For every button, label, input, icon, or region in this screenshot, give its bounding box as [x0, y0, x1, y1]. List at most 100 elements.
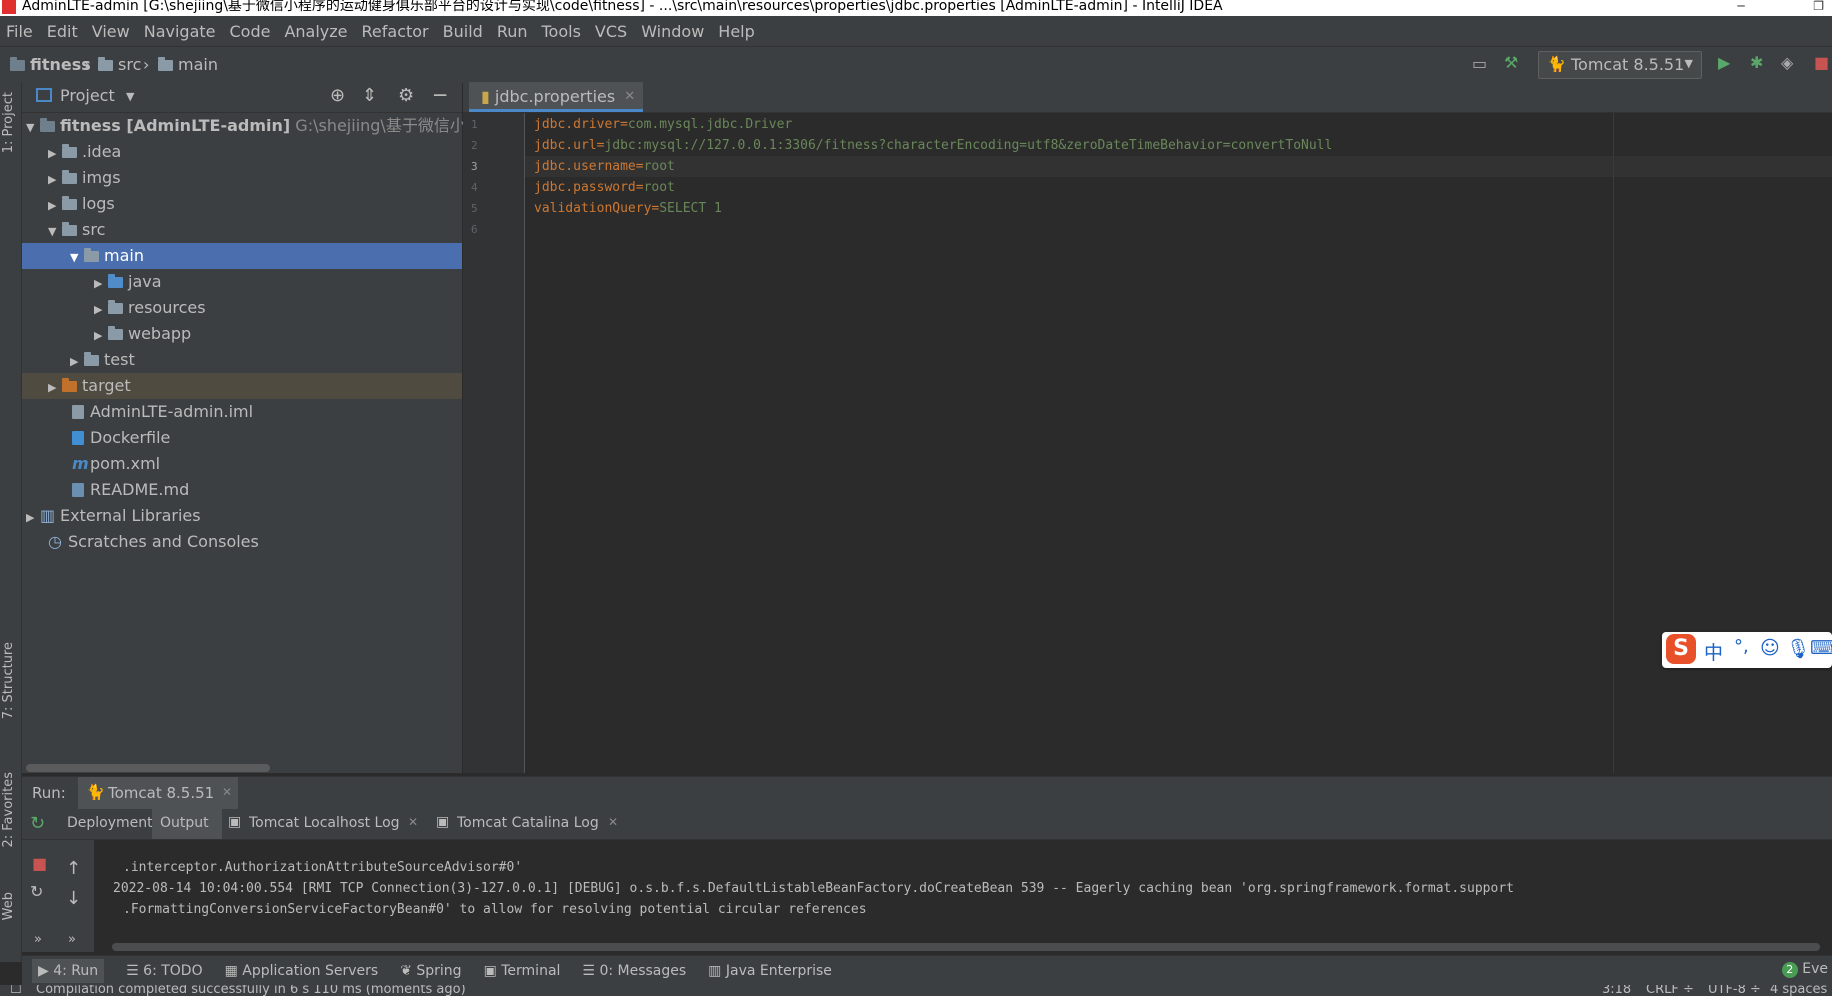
rerun-icon[interactable]: ↻: [30, 813, 45, 834]
tree-item-iml[interactable]: AdminLTE-admin.iml: [22, 399, 462, 425]
arrow-down-icon[interactable]: ↓: [66, 888, 81, 909]
expand-arrow-icon[interactable]: ▼: [26, 115, 40, 141]
tool-tab-run[interactable]: ▶ 4: Run: [32, 959, 105, 983]
menu-file[interactable]: File: [0, 22, 41, 41]
editor-tab-jdbc-properties[interactable]: ▮ jdbc.properties ✕: [469, 82, 644, 112]
coverage-icon[interactable]: ◈: [1781, 53, 1793, 72]
expand-arrow-icon[interactable]: ▶: [48, 141, 62, 167]
run-config-selector[interactable]: 🐈 Tomcat 8.5.51 ▼: [1538, 51, 1702, 79]
menu-help[interactable]: Help: [712, 22, 762, 41]
tree-item-external-libraries[interactable]: ▶ ▥ External Libraries: [22, 503, 462, 529]
tool-tab-terminal[interactable]: ▣ Terminal: [484, 963, 561, 979]
restart-icon[interactable]: ↻: [30, 882, 43, 901]
close-icon[interactable]: ✕: [408, 815, 418, 829]
punctuation-icon[interactable]: °,: [1734, 636, 1749, 657]
tree-item-java[interactable]: ▶ java: [22, 269, 462, 295]
project-structure-icon[interactable]: ▭: [1472, 54, 1487, 73]
more-actions-icon[interactable]: »: [68, 932, 76, 947]
tree-item-scratches[interactable]: ◷ Scratches and Consoles: [22, 529, 462, 555]
indent-setting[interactable]: 4 spaces: [1770, 985, 1827, 996]
collapse-all-icon[interactable]: ⇕: [362, 85, 377, 106]
tab-tomcat-localhost-log[interactable]: Tomcat Localhost Log: [249, 815, 400, 831]
tree-item-imgs[interactable]: ▶ imgs: [22, 165, 462, 191]
tree-item-src[interactable]: ▼ src: [22, 217, 462, 243]
breadcrumb-main[interactable]: main: [158, 55, 218, 74]
tool-tab-messages[interactable]: ☰ 0: Messages: [582, 963, 686, 979]
collapse-arrow-icon[interactable]: ▼: [48, 219, 62, 245]
caret-position[interactable]: 3:18: [1602, 985, 1631, 996]
project-horizontal-scrollbar[interactable]: [26, 764, 270, 772]
tree-item-dockerfile[interactable]: Dockerfile: [22, 425, 462, 451]
tree-item-target[interactable]: ▶ target: [22, 373, 462, 399]
tree-item-pom[interactable]: mpom.xml: [22, 451, 462, 477]
status-message[interactable]: Compilation completed successfully in 6 …: [36, 985, 466, 996]
menu-tools[interactable]: Tools: [536, 22, 589, 41]
stop-icon[interactable]: ■: [1814, 53, 1829, 72]
menu-edit[interactable]: Edit: [41, 22, 86, 41]
locate-file-icon[interactable]: ⊕: [330, 85, 345, 106]
tab-deployment[interactable]: Deployment: [67, 815, 153, 831]
menu-window[interactable]: Window: [635, 22, 712, 41]
side-tab-web[interactable]: Web: [1, 892, 16, 920]
tree-item-fitness[interactable]: ▼ fitness [AdminLTE-admin] G:\shejiing\基于…: [22, 113, 498, 141]
expand-arrow-icon[interactable]: ▶: [48, 375, 62, 401]
tool-tab-application-servers[interactable]: ▦ Application Servers: [225, 963, 379, 979]
tab-tomcat-catalina-log[interactable]: Tomcat Catalina Log: [457, 815, 599, 831]
menu-build[interactable]: Build: [437, 22, 491, 41]
run-config-tab[interactable]: 🐈 Tomcat 8.5.51 ✕: [78, 777, 238, 809]
tool-tab-java-enterprise[interactable]: ▥ Java Enterprise: [708, 963, 832, 979]
menu-analyze[interactable]: Analyze: [278, 22, 355, 41]
tree-item-webapp[interactable]: ▶ webapp: [22, 321, 462, 347]
expand-arrow-icon[interactable]: ▶: [94, 323, 108, 349]
tree-item-test[interactable]: ▶ test: [22, 347, 462, 373]
ime-toolbar[interactable]: S 中 °, ☺ 🎙 ⌨: [1662, 632, 1832, 668]
menu-view[interactable]: View: [86, 22, 138, 41]
menu-refactor[interactable]: Refactor: [356, 22, 437, 41]
side-tab-project[interactable]: 1: Project: [1, 92, 16, 153]
close-icon[interactable]: ✕: [608, 815, 618, 829]
build-hammer-icon[interactable]: ⚒: [1504, 53, 1518, 72]
arrow-up-icon[interactable]: ↑: [66, 858, 81, 879]
tab-output[interactable]: Output: [152, 809, 222, 839]
close-icon[interactable]: ✕: [222, 785, 232, 799]
gear-icon[interactable]: ⚙: [398, 85, 414, 106]
menu-navigate[interactable]: Navigate: [138, 22, 224, 41]
close-icon[interactable]: ✕: [624, 82, 635, 112]
code-editor[interactable]: jdbc.driver=com.mysql.jdbc.Driver jdbc.u…: [525, 113, 1832, 773]
file-encoding[interactable]: UTF-8 ÷: [1708, 985, 1761, 996]
expand-arrow-icon[interactable]: ▶: [94, 297, 108, 323]
expand-arrow-icon[interactable]: ▶: [70, 349, 84, 375]
console-horizontal-scrollbar[interactable]: [112, 943, 1820, 951]
menu-run[interactable]: Run: [491, 22, 536, 41]
collapse-arrow-icon[interactable]: ▼: [70, 245, 84, 271]
ime-mode-label[interactable]: 中: [1704, 638, 1723, 665]
chevron-down-icon[interactable]: ▼: [126, 90, 134, 103]
minimize-icon[interactable]: ─ ❐: [1737, 0, 1824, 12]
menu-vcs[interactable]: VCS: [589, 22, 635, 41]
project-view-selector[interactable]: Project: [60, 86, 115, 105]
tree-item-main[interactable]: ▼ main: [22, 243, 462, 269]
debug-icon[interactable]: ✱: [1750, 53, 1763, 72]
tool-tab-todo[interactable]: ☰ 6: TODO: [126, 963, 202, 979]
expand-arrow-icon[interactable]: ▶: [26, 505, 40, 531]
breadcrumb-src[interactable]: src: [98, 55, 141, 74]
microphone-icon[interactable]: 🎙: [1786, 637, 1810, 660]
emoji-icon[interactable]: ☺: [1760, 637, 1780, 659]
expand-arrow-icon[interactable]: ▶: [94, 271, 108, 297]
hide-panel-icon[interactable]: ─: [434, 83, 446, 107]
stop-icon[interactable]: ■: [32, 854, 47, 873]
breadcrumb-fitness[interactable]: fitness: [10, 55, 91, 74]
tool-tab-spring[interactable]: ❦ Spring: [400, 963, 461, 979]
tree-item-readme[interactable]: README.md: [22, 477, 462, 503]
keyboard-icon[interactable]: ⌨: [1810, 637, 1832, 659]
menu-code[interactable]: Code: [224, 22, 279, 41]
side-tab-favorites[interactable]: 2: Favorites: [1, 772, 16, 848]
expand-arrow-icon[interactable]: ▶: [48, 167, 62, 193]
tool-tab-event-log[interactable]: 2 Eve: [1781, 961, 1828, 978]
tree-item-resources[interactable]: ▶ resources: [22, 295, 462, 321]
more-actions-icon[interactable]: »: [34, 932, 42, 947]
side-tab-structure[interactable]: 7: Structure: [1, 642, 16, 719]
run-icon[interactable]: ▶: [1718, 53, 1730, 72]
tree-item-idea[interactable]: ▶ .idea: [22, 139, 462, 165]
tree-item-logs[interactable]: ▶ logs: [22, 191, 462, 217]
